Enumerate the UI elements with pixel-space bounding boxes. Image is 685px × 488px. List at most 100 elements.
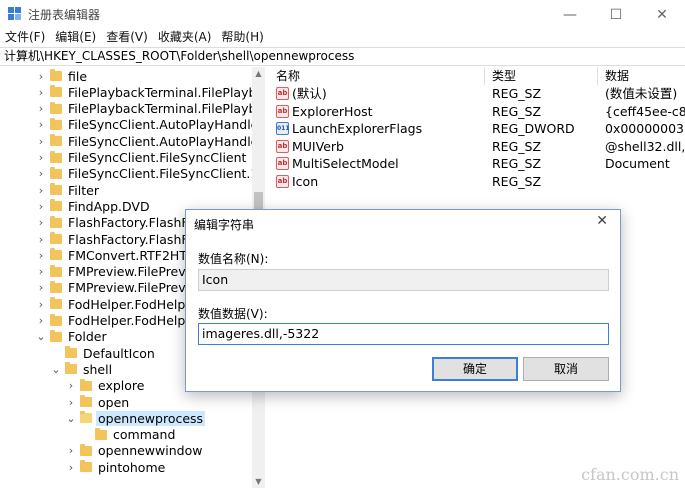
folder-icon <box>95 427 107 440</box>
value-data-input[interactable]: imageres.dll,-5322 <box>198 323 609 345</box>
folder-icon <box>50 166 62 179</box>
minimize-button[interactable]: — <box>547 0 593 29</box>
tree-item[interactable]: › FMPreview.FilePreview <box>36 280 209 296</box>
expand-chevron-icon[interactable]: › <box>36 264 46 280</box>
value-row[interactable]: ab Icon REG_SZ <box>271 173 685 190</box>
expand-chevron-icon[interactable]: › <box>66 459 76 475</box>
value-row[interactable]: ab MultiSelectModel REG_SZ Document <box>271 155 685 172</box>
tree-item[interactable]: › opennewwindow <box>66 443 204 459</box>
tree-item[interactable]: › FlashFactory.FlashFact <box>36 231 209 247</box>
expand-chevron-icon[interactable]: › <box>36 101 46 117</box>
column-header-data[interactable]: 数据 <box>605 67 629 85</box>
tree-item-label: Folder <box>68 329 107 345</box>
folder-icon <box>80 395 92 407</box>
tree-item[interactable]: › Filter <box>36 182 101 198</box>
value-row[interactable]: abExplorerHost REG_SZ {ceff45ee-c862 <box>271 103 685 120</box>
tree-item[interactable]: › FodHelper.FodHelperC <box>36 313 209 329</box>
tree-item[interactable]: › FileSyncClient.AutoPlayHandler <box>36 117 264 133</box>
folder-icon <box>50 232 62 244</box>
menu-favorites[interactable]: 收藏夹(A) <box>153 29 217 47</box>
folder-icon <box>50 329 62 342</box>
collapse-chevron-icon[interactable]: ⌄ <box>36 329 46 345</box>
folder-icon <box>50 215 62 228</box>
expand-chevron-icon[interactable]: › <box>36 247 46 263</box>
expand-chevron-icon[interactable]: › <box>66 394 76 410</box>
tree-item[interactable]: › file <box>36 68 89 84</box>
menu-file[interactable]: 文件(F) <box>0 29 50 47</box>
tree-item[interactable]: › FileSyncClient.FileSyncClient <box>36 150 248 166</box>
tree-item[interactable]: › pintohome <box>66 459 167 475</box>
expand-chevron-icon[interactable]: › <box>36 296 46 312</box>
tree-item-label: Filter <box>68 182 99 198</box>
value-row[interactable]: abMUIVerb REG_SZ @shell32.dll,-8 <box>271 138 685 155</box>
expand-chevron-icon[interactable]: › <box>36 68 46 84</box>
tree-item-label: DefaultIcon <box>83 345 155 361</box>
folder-icon <box>50 280 62 293</box>
tree-item-label: FileSyncClient.AutoPlayHandler <box>68 117 264 133</box>
address-bar[interactable]: 计算机\HKEY_CLASSES_ROOT\Folder\shell\openn… <box>0 47 685 66</box>
value-row[interactable]: ab (默认) REG_SZ (数值未设置) <box>271 85 685 102</box>
tree-item[interactable]: › explore <box>66 378 146 394</box>
tree-item[interactable]: ⌄ Folder <box>36 329 109 345</box>
tree-item[interactable]: command <box>81 427 177 443</box>
tree-item[interactable]: › open <box>66 394 131 410</box>
tree-item[interactable]: DefaultIcon <box>51 345 157 361</box>
collapse-chevron-icon[interactable]: ⌄ <box>66 410 76 426</box>
expand-chevron-icon[interactable]: › <box>36 150 46 166</box>
expand-chevron-icon[interactable]: › <box>36 117 46 133</box>
scroll-down-icon[interactable]: ▼ <box>252 475 265 488</box>
expand-chevron-icon[interactable]: › <box>36 166 46 182</box>
tree-item[interactable]: › FilePlaybackTerminal.FilePlayback <box>36 84 264 100</box>
regedit-app-icon <box>8 7 22 21</box>
tree-item[interactable]: › FileSyncClient.FileSyncClient.1 <box>36 166 260 182</box>
expand-chevron-icon[interactable]: › <box>36 84 46 100</box>
tree-item[interactable]: ⌄ shell <box>51 361 114 377</box>
value-name: MultiSelectModel <box>292 156 399 172</box>
value-row[interactable]: 011 LaunchExplorerFlags REG_DWORD 0x0000000… <box>271 120 685 137</box>
ok-button[interactable]: 确定 <box>432 357 518 381</box>
tree-item[interactable]: › FileSyncClient.AutoPlayHandler.1 <box>36 133 265 149</box>
folder-icon <box>80 378 92 391</box>
maximize-icon: ☐ <box>609 6 623 23</box>
expand-chevron-icon[interactable]: › <box>36 231 46 247</box>
expand-chevron-icon[interactable]: › <box>36 215 46 231</box>
expand-chevron-icon[interactable]: › <box>66 378 76 394</box>
title-bar: 注册表编辑器 — ☐ ✕ <box>0 0 685 29</box>
string-value-icon: ab <box>276 87 289 100</box>
expand-chevron-icon[interactable]: › <box>36 133 46 149</box>
expand-chevron-icon[interactable]: › <box>36 182 46 198</box>
tree-item[interactable]: › FMConvert.RTF2HTML <box>36 247 207 263</box>
value-name-field[interactable]: Icon <box>198 269 609 291</box>
dialog-title: 编辑字符串 <box>194 218 255 232</box>
tree-item[interactable]: › FMPreview.FilePreview <box>36 264 209 280</box>
collapse-chevron-icon[interactable]: ⌄ <box>51 361 61 377</box>
menu-view[interactable]: 查看(V) <box>101 29 153 47</box>
column-header-type[interactable]: 类型 <box>492 67 516 85</box>
scroll-up-icon[interactable]: ▲ <box>252 67 265 80</box>
tree-item[interactable]: › FlashFactory.FlashFact <box>36 215 209 231</box>
close-button[interactable]: ✕ <box>639 0 685 29</box>
expand-chevron-icon[interactable]: › <box>36 313 46 329</box>
value-type: REG_SZ <box>492 103 542 119</box>
tree-item[interactable]: › FindApp.DVD <box>36 198 152 214</box>
value-name: Icon <box>292 174 319 189</box>
expand-chevron-icon[interactable]: › <box>36 280 46 296</box>
cancel-button[interactable]: 取消 <box>523 357 609 381</box>
string-value-icon: ab <box>276 104 289 118</box>
value-name-label: 数值名称(N): <box>198 252 269 266</box>
maximize-button[interactable]: ☐ <box>593 0 639 29</box>
tree-item-label: FileSyncClient.AutoPlayHandler.1 <box>68 133 265 149</box>
expand-chevron-icon[interactable]: › <box>36 198 46 214</box>
value-name: ExplorerHost <box>292 103 373 119</box>
expand-chevron-icon[interactable]: › <box>66 443 76 459</box>
tree-item[interactable]: ⌄ opennewprocess <box>66 410 206 426</box>
menu-edit[interactable]: 编辑(E) <box>50 29 101 47</box>
folder-icon <box>50 183 62 196</box>
folder-icon <box>50 101 62 114</box>
menu-help[interactable]: 帮助(H) <box>216 29 268 47</box>
tree-item[interactable]: › FodHelper.FodHelperC <box>36 296 209 312</box>
dialog-close-icon[interactable]: ✕ <box>596 213 608 229</box>
tree-item[interactable]: › FilePlaybackTerminal.FilePlayback <box>36 101 264 117</box>
column-header-name[interactable]: 名称 <box>276 67 300 85</box>
tree-item-label: explore <box>98 378 145 394</box>
